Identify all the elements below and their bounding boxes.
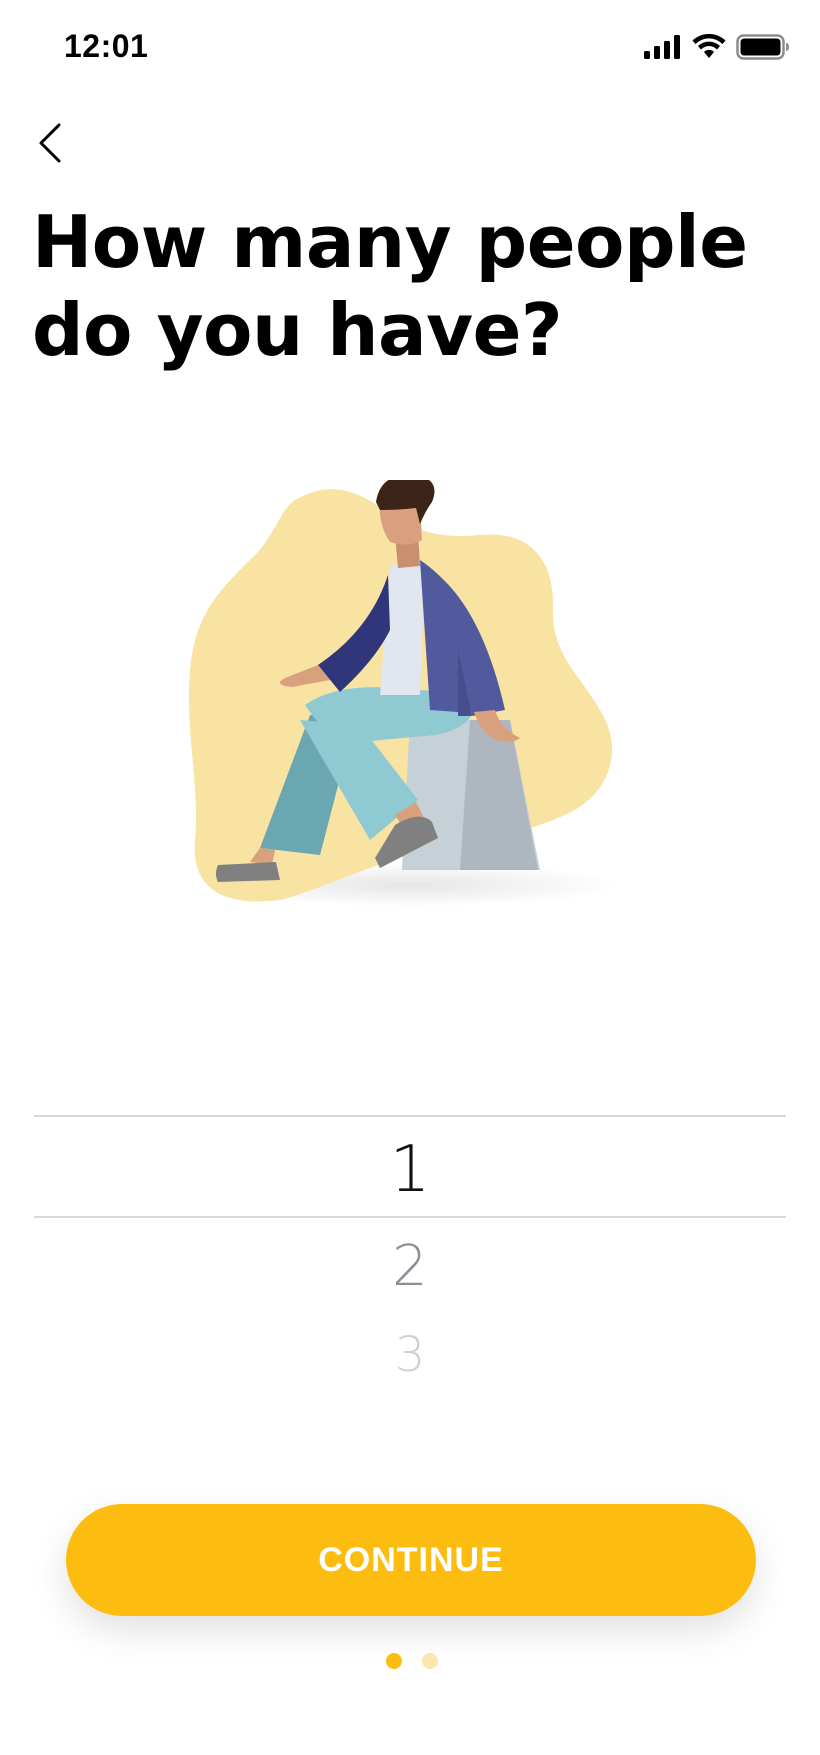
chevron-left-icon xyxy=(39,123,61,163)
person-sitting-illustration xyxy=(180,474,640,930)
pagination-dots xyxy=(386,1653,438,1669)
wifi-icon xyxy=(692,34,726,58)
picker-option-selected[interactable]: 1 xyxy=(34,1135,786,1205)
pagination-dot-active xyxy=(386,1653,402,1669)
picker-option[interactable]: 2 xyxy=(34,1235,786,1299)
picker-top-divider xyxy=(34,1115,786,1117)
status-bar: 12:01 xyxy=(0,0,820,100)
continue-button[interactable]: CONTINUE xyxy=(66,1504,756,1616)
back-button[interactable] xyxy=(30,118,70,168)
status-icons xyxy=(644,34,790,60)
people-count-picker[interactable]: 1 2 3 xyxy=(34,1115,786,1415)
picker-option[interactable]: 3 xyxy=(34,1327,786,1383)
illustration-svg xyxy=(188,474,620,907)
shoe-back xyxy=(216,862,280,882)
page-title: How many people do you have? xyxy=(32,200,748,372)
picker-bottom-divider xyxy=(34,1216,786,1218)
signal-icon xyxy=(644,35,680,59)
status-time: 12:01 xyxy=(64,28,149,64)
battery-icon xyxy=(736,34,789,60)
pagination-dot xyxy=(422,1653,438,1669)
